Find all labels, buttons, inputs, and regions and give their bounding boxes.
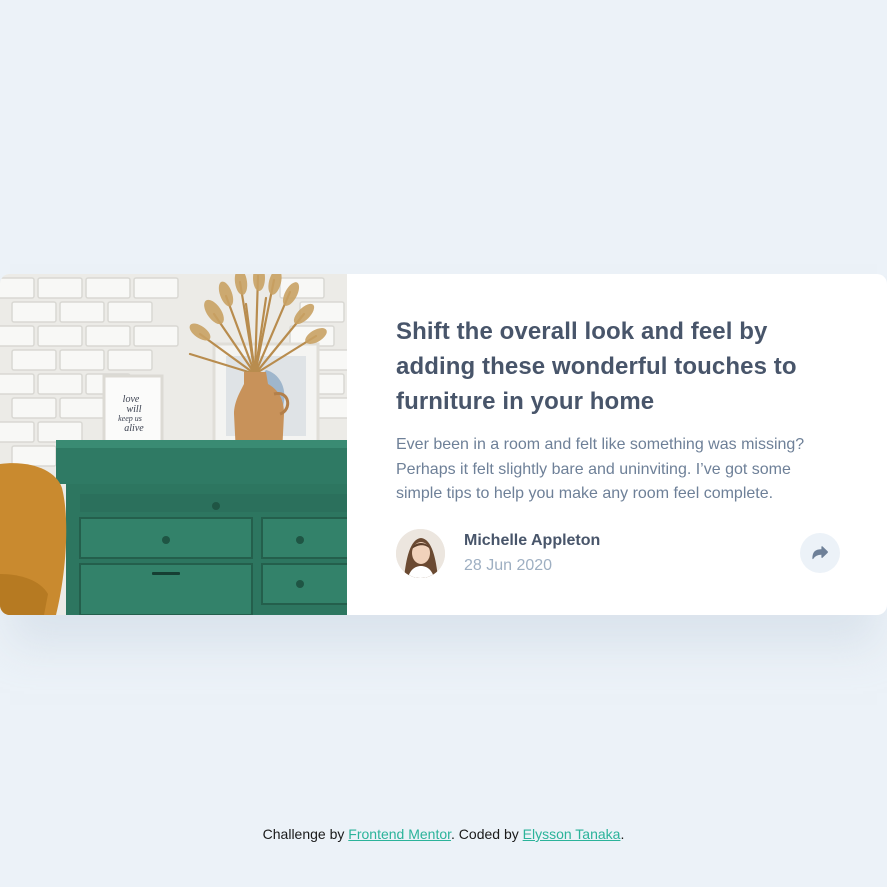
card-image: love will keep us alive (0, 274, 347, 615)
drawers-illustration: love will keep us alive (0, 274, 347, 615)
avatar-icon (396, 529, 445, 578)
card-body: Shift the overall look and feel by addin… (347, 274, 887, 615)
attribution-middle: . Coded by (451, 826, 523, 842)
article-title[interactable]: Shift the overall look and feel by addin… (396, 314, 836, 419)
author-link[interactable]: Elysson Tanaka (523, 826, 621, 842)
frame-text-3: keep us (118, 414, 142, 423)
author-row: Michelle Appleton 28 Jun 2020 (396, 529, 840, 579)
author-avatar (396, 529, 445, 578)
article-preview-card: love will keep us alive Shift the overal… (0, 274, 887, 615)
frame-text-4: alive (124, 423, 144, 434)
author-name: Michelle Appleton (464, 532, 601, 549)
article-description: Ever been in a room and felt like someth… (396, 436, 805, 502)
page: love will keep us alive Shift the overal… (0, 0, 887, 887)
attribution: Challenge by Frontend Mentor. Coded by E… (0, 826, 887, 842)
frontend-mentor-link[interactable]: Frontend Mentor (348, 826, 451, 842)
share-button[interactable] (800, 533, 840, 573)
share-icon (812, 546, 828, 560)
attribution-suffix: . (620, 826, 625, 842)
attribution-prefix: Challenge by (262, 826, 349, 842)
publish-date: 28 Jun 2020 (464, 557, 553, 574)
